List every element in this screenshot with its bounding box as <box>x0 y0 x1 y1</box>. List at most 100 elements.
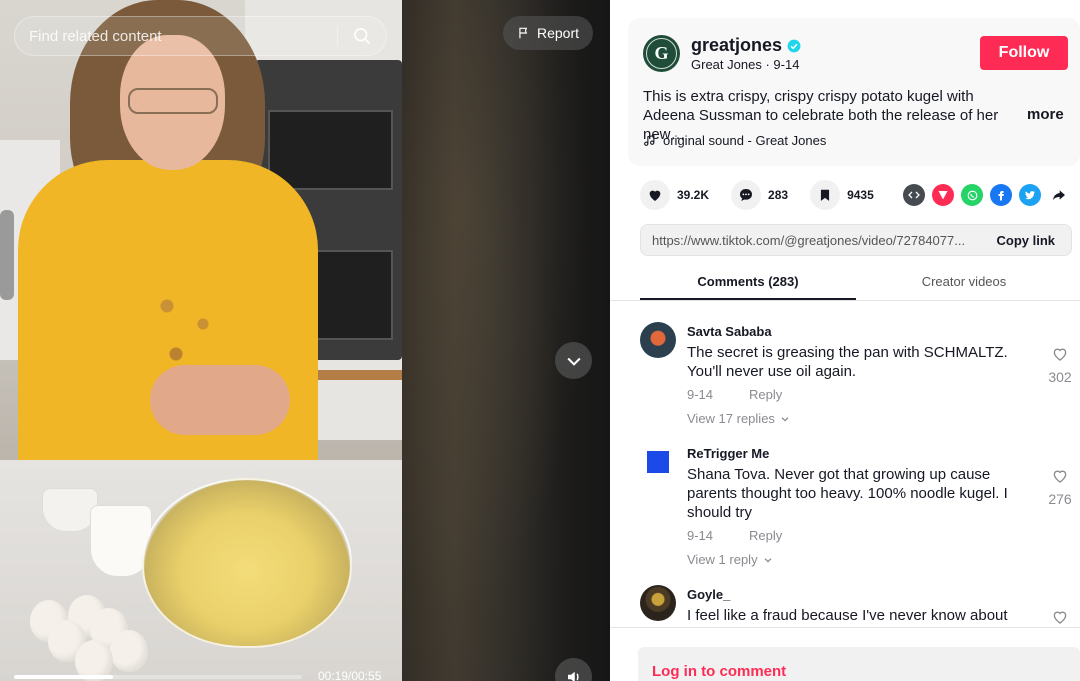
commenter-name[interactable]: Savta Sababa <box>687 324 772 339</box>
music-row[interactable]: original sound - Great Jones <box>643 133 826 148</box>
copy-link-box: https://www.tiktok.com/@greatjones/video… <box>640 224 1072 256</box>
comment-like-button[interactable]: 302 <box>1045 345 1075 385</box>
view-replies-label[interactable]: View 17 replies <box>687 411 775 426</box>
commenter-avatar[interactable] <box>640 322 676 358</box>
facebook-share-button[interactable] <box>990 184 1012 206</box>
bookmark-icon <box>820 189 830 201</box>
author-avatar[interactable]: G <box>643 35 680 72</box>
view-replies-button[interactable]: View 17 replies <box>687 411 790 426</box>
send-icon <box>938 191 948 200</box>
send-to-friends-button[interactable] <box>932 184 954 206</box>
commenter-name[interactable]: Goyle_ <box>687 587 730 602</box>
tabs-divider <box>610 300 1080 301</box>
search-icon <box>354 28 371 45</box>
author-username-row[interactable]: greatjones <box>691 35 801 56</box>
author-subline: Great Jones · 9-14 <box>691 57 799 72</box>
save-action[interactable]: 9435 <box>810 180 874 210</box>
like-button[interactable] <box>640 180 670 210</box>
comment-list[interactable]: Savta Sababa The secret is greasing the … <box>610 302 1080 627</box>
video-url[interactable]: https://www.tiktok.com/@greatjones/video… <box>641 233 980 248</box>
post-date: 9-14 <box>773 57 800 72</box>
next-video-button[interactable] <box>555 342 592 379</box>
volume-icon <box>567 671 579 681</box>
comment-date: 9-14 <box>687 387 714 402</box>
chevron-down-icon <box>764 557 771 563</box>
commenter-avatar-square <box>647 451 669 473</box>
video-scene-egg <box>110 630 148 672</box>
share-arrow-icon <box>1053 190 1065 201</box>
engagement-bar: 39.2K 283 9435 <box>640 180 896 210</box>
panel-tabs: Comments (283) Creator videos <box>640 268 1080 300</box>
commenter-name[interactable]: ReTrigger Me <box>687 446 769 461</box>
video-scene-faucet <box>0 210 14 300</box>
comment-icon <box>740 189 753 201</box>
comment-count: 283 <box>768 188 789 202</box>
author-username[interactable]: greatjones <box>691 35 782 56</box>
heart-icon <box>649 190 661 201</box>
video-scene-hands <box>150 365 290 435</box>
reply-button[interactable]: Reply <box>749 528 782 543</box>
whatsapp-icon <box>967 190 977 200</box>
twitter-share-button[interactable] <box>1019 184 1041 206</box>
comment-date: 9-14 <box>687 528 714 543</box>
flag-icon <box>519 27 528 39</box>
view-replies-button[interactable]: View 1 reply <box>687 552 773 567</box>
video-frame[interactable] <box>0 0 402 681</box>
commenter-avatar[interactable] <box>640 585 676 621</box>
login-to-comment-link[interactable]: Log in to comment <box>652 663 786 680</box>
save-button[interactable] <box>810 180 841 210</box>
video-progress-bar[interactable] <box>14 675 302 679</box>
description-more-link[interactable]: more <box>1027 106 1064 123</box>
heart-outline-icon <box>1053 611 1067 624</box>
view-replies-label[interactable]: View 1 reply <box>687 552 758 567</box>
report-button[interactable]: Report <box>503 16 594 50</box>
comment-meta: 9-14 Reply <box>687 387 782 402</box>
comment-button[interactable] <box>731 180 762 210</box>
subline-separator: · <box>765 57 770 72</box>
search-button[interactable] <box>338 16 386 56</box>
login-to-comment-box[interactable]: Log in to comment <box>638 647 1080 681</box>
chevron-down-icon <box>566 357 581 366</box>
comment-like-button[interactable]: 276 <box>1045 467 1075 507</box>
music-title[interactable]: original sound - Great Jones <box>663 133 826 148</box>
video-time: 00:19/00:55 <box>318 669 382 681</box>
reply-button[interactable]: Reply <box>749 387 782 402</box>
tab-comments[interactable]: Comments (283) <box>640 268 856 300</box>
author-avatar-initial: G <box>654 43 669 63</box>
video-blur-background <box>402 0 610 681</box>
like-count: 39.2K <box>677 188 710 202</box>
comment-text: The secret is greasing the pan with SCHM… <box>687 344 1008 380</box>
report-label: Report <box>537 25 580 41</box>
heart-outline-icon <box>1053 348 1067 361</box>
facebook-icon <box>998 191 1004 201</box>
chevron-down-icon <box>781 416 789 422</box>
save-count: 9435 <box>847 188 874 202</box>
video-scene-mixing-bowl <box>142 478 352 648</box>
twitter-icon <box>1025 191 1035 200</box>
more-share-button[interactable] <box>1048 184 1070 206</box>
embed-icon <box>908 191 920 199</box>
side-panel: G greatjones Great Jones · 9-14 Follow T… <box>610 0 1080 681</box>
comment-like-count: 276 <box>1048 491 1072 507</box>
video-progress-fill <box>14 675 114 679</box>
comment-like-button[interactable] <box>1045 608 1075 627</box>
comment-footer-divider <box>610 627 1080 628</box>
verified-badge-icon <box>787 39 801 52</box>
author-display-name: Great Jones <box>691 57 762 72</box>
comment-action[interactable]: 283 <box>731 180 788 210</box>
follow-button[interactable]: Follow <box>980 36 1068 70</box>
copy-link-button[interactable]: Copy link <box>980 233 1071 248</box>
comment-like-count: 302 <box>1048 369 1072 385</box>
related-search-bar[interactable] <box>14 16 387 56</box>
video-scene-glasses <box>128 88 218 114</box>
heart-outline-icon <box>1053 470 1067 483</box>
commenter-avatar[interactable] <box>640 444 676 480</box>
comment-meta: 9-14 Reply <box>687 528 782 543</box>
related-search-input[interactable] <box>15 27 337 45</box>
whatsapp-share-button[interactable] <box>961 184 983 206</box>
tab-creator-videos[interactable]: Creator videos <box>856 268 1072 300</box>
music-note-icon <box>644 134 655 146</box>
embed-button[interactable] <box>903 184 925 206</box>
like-action[interactable]: 39.2K <box>640 180 709 210</box>
video-player[interactable]: Report 00:19/00:55 <box>0 0 610 681</box>
